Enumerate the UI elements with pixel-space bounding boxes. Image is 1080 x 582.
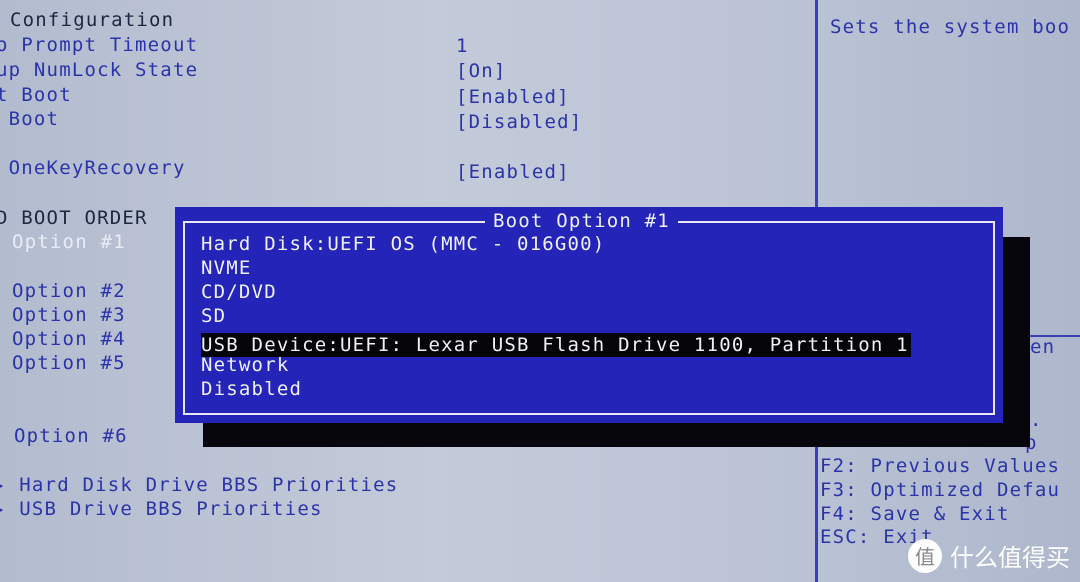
setting-onekeyrecovery-value[interactable]: [Enabled] <box>456 161 570 183</box>
link-label: USB Drive BBS Priorities <box>19 498 323 520</box>
watermark-logo-icon: 值 <box>908 538 942 573</box>
setting-prompt-timeout-value[interactable]: 1 <box>456 35 469 57</box>
dialog-option[interactable]: NVME <box>201 256 254 280</box>
setting-numlock-value[interactable]: [On] <box>456 60 507 82</box>
dialog-option[interactable]: Disabled <box>201 377 304 401</box>
setting-numlock[interactable]: up NumLock State <box>0 59 198 81</box>
setting-fast-boot[interactable]: t Boot <box>0 84 72 106</box>
setting-secure-boot[interactable]: Boot <box>0 108 59 130</box>
dialog-option[interactable]: Hard Disk:UEFI OS (MMC - 016G00) <box>201 232 607 256</box>
boot-option-6[interactable]: Option #6 <box>14 425 128 447</box>
link-usb-bbs-priorities[interactable]: ▸ USB Drive BBS Priorities <box>0 498 323 520</box>
link-hdd-bbs-priorities[interactable]: ▸ Hard Disk Drive BBS Priorities <box>0 474 398 496</box>
key-f2-previous-values: F2: Previous Values <box>820 455 1061 477</box>
help-description: Sets the system boo <box>830 16 1071 38</box>
setting-prompt-timeout[interactable]: o Prompt Timeout <box>0 34 198 56</box>
watermark: 值 什么值得买 <box>908 538 1070 573</box>
key-f4-save-exit: F4: Save & Exit <box>820 503 1010 525</box>
setting-onekeyrecovery[interactable]: OneKeyRecovery <box>0 157 186 179</box>
watermark-text: 什么值得买 <box>950 544 1070 572</box>
link-label: Hard Disk Drive BBS Priorities <box>19 474 399 496</box>
key-f3-optimized-defaults: F3: Optimized Defau <box>820 479 1061 501</box>
boot-option-dialog: Boot Option #1 Hard Disk:UEFI OS (MMC - … <box>175 207 1003 423</box>
dialog-title: Boot Option #1 <box>485 210 678 232</box>
dialog-option[interactable]: CD/DVD <box>201 280 279 304</box>
boot-order-title: D BOOT ORDER <box>0 207 148 229</box>
setting-secure-boot-value[interactable]: [Disabled] <box>456 111 582 133</box>
boot-option-3[interactable]: Option #3 <box>12 304 126 326</box>
help-partial-line: . <box>1030 409 1043 431</box>
setting-fast-boot-value[interactable]: [Enabled] <box>456 86 570 108</box>
boot-option-2[interactable]: Option #2 <box>12 280 126 302</box>
help-partial-line: en <box>1030 336 1056 358</box>
dialog-option-selected[interactable]: USB Device:UEFI: Lexar USB Flash Drive 1… <box>201 333 911 357</box>
section-title: Configuration <box>10 9 175 31</box>
boot-option-1[interactable]: Option #1 <box>12 231 126 253</box>
boot-option-5[interactable]: Option #5 <box>12 352 126 374</box>
dialog-option[interactable]: Network <box>201 353 291 377</box>
boot-option-4[interactable]: Option #4 <box>12 328 126 350</box>
dialog-option[interactable]: SD <box>201 304 228 328</box>
